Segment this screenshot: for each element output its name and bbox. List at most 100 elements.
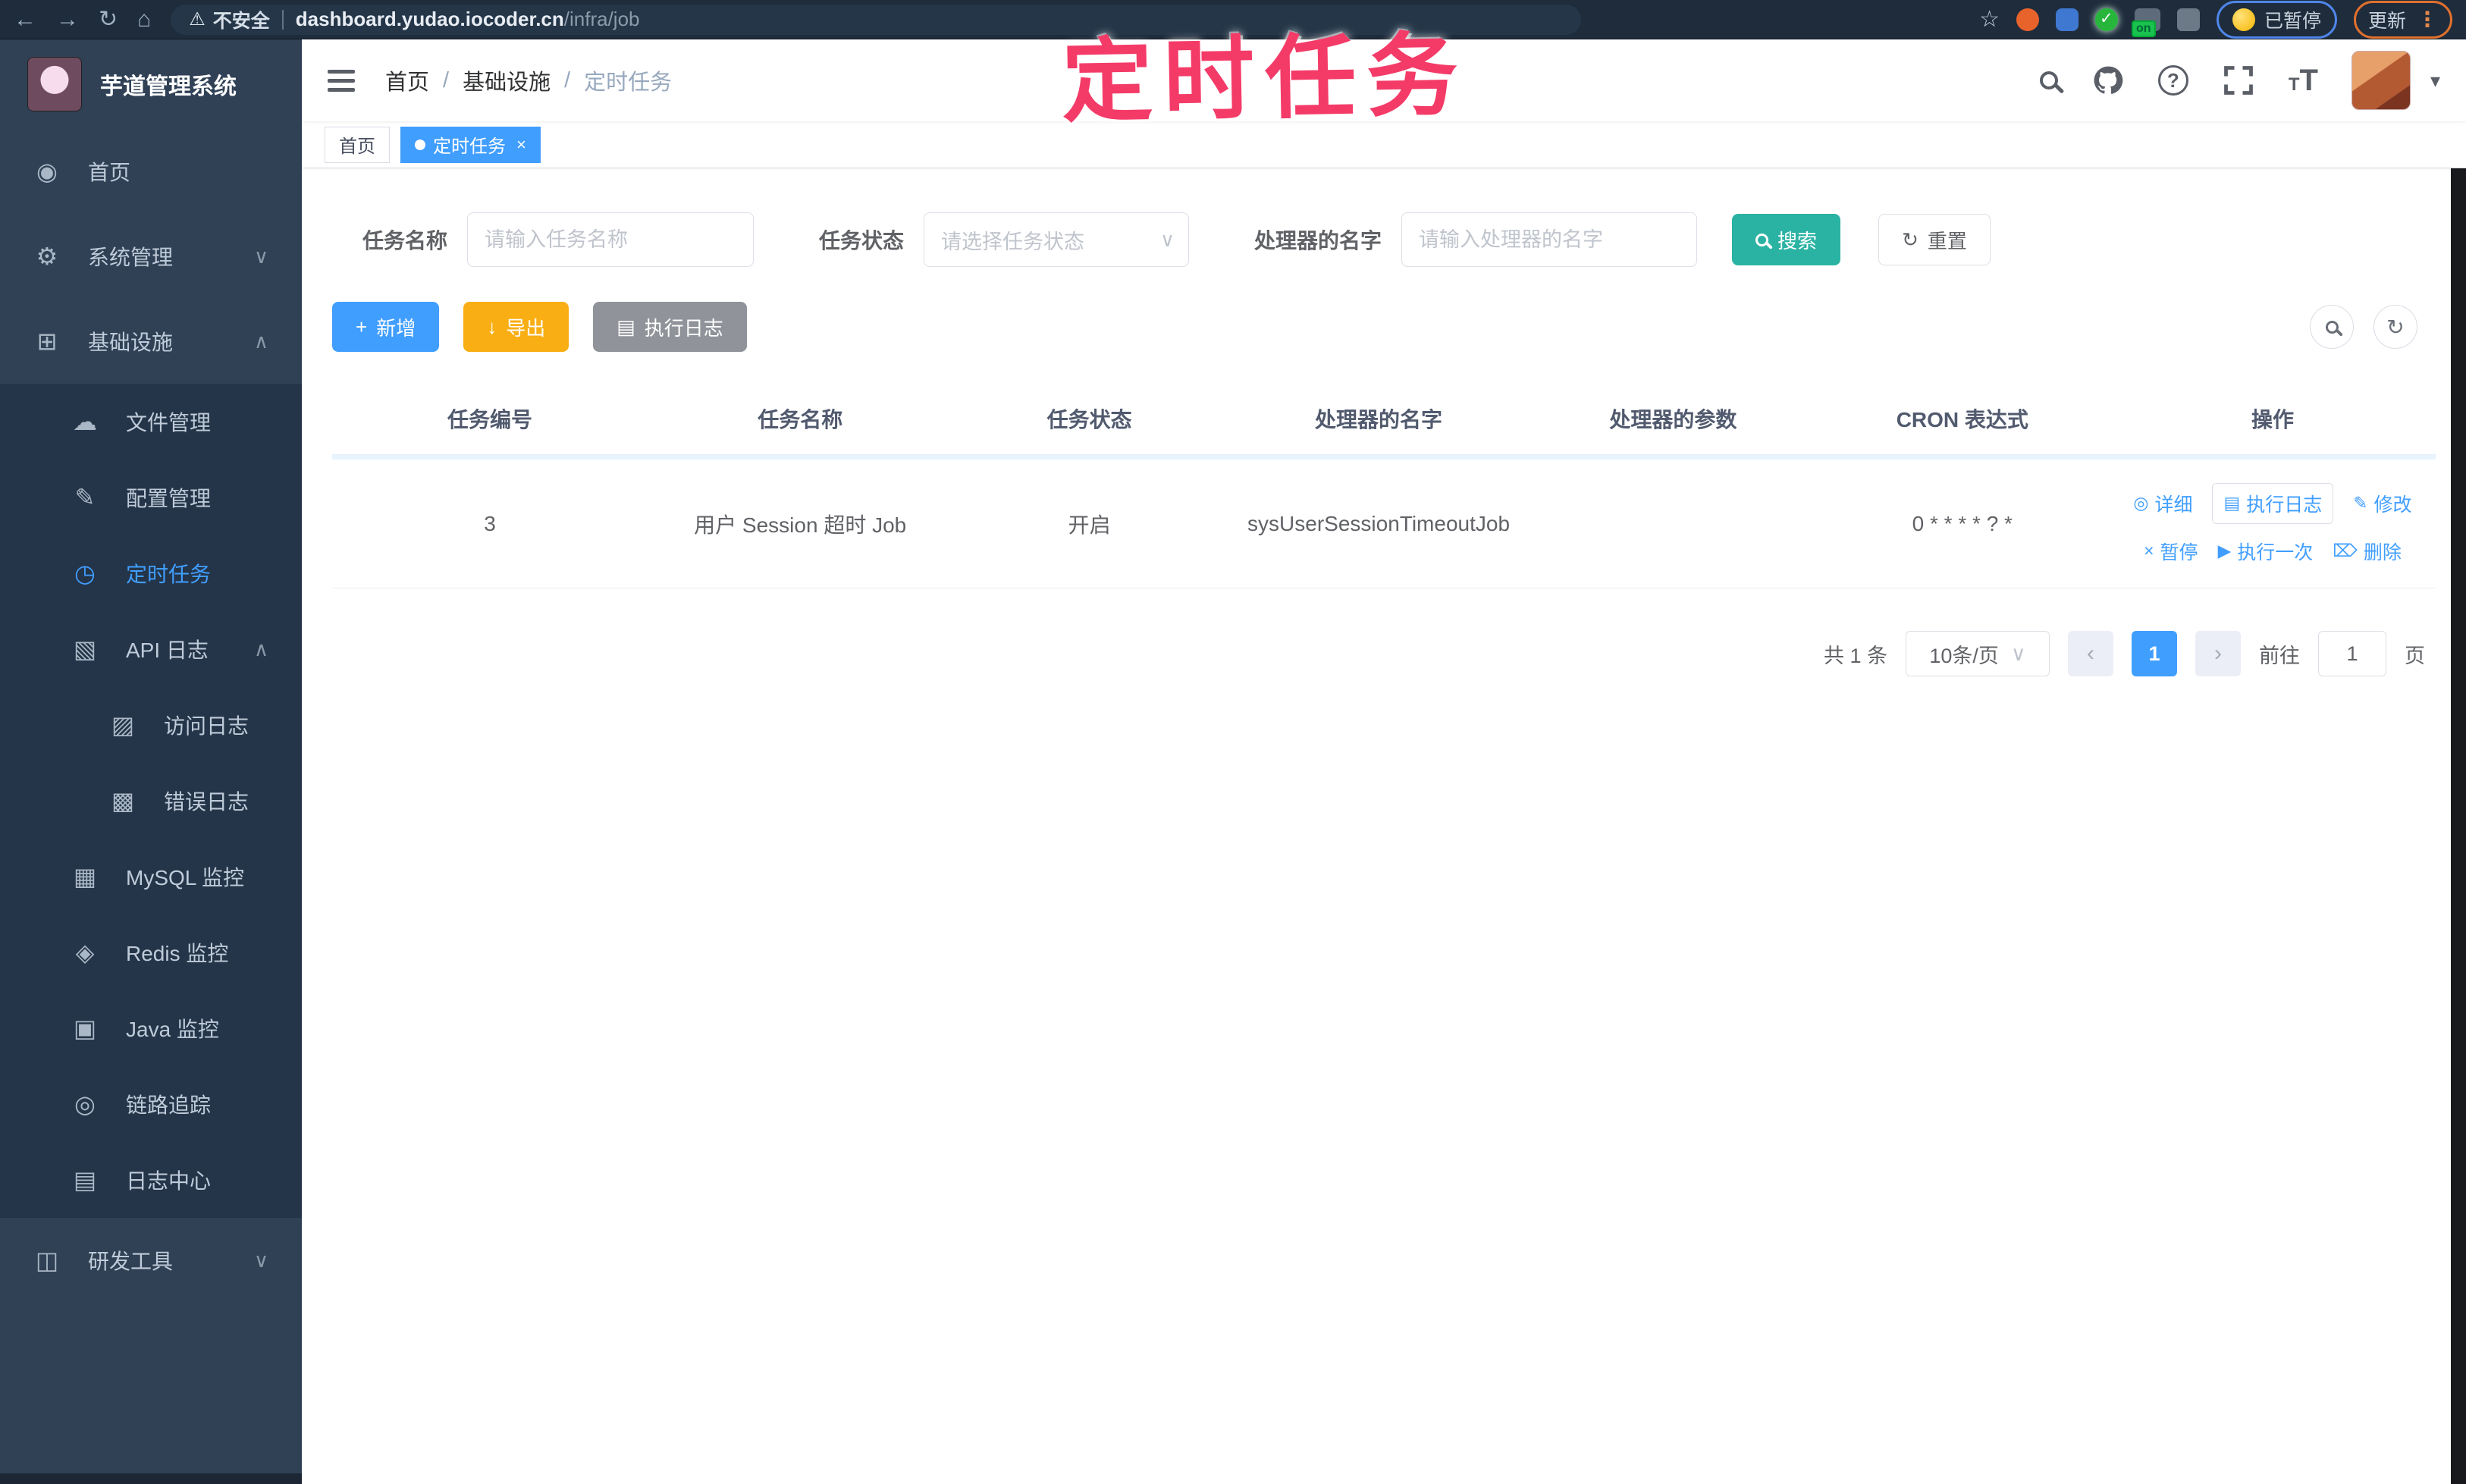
browser-menu-kebab-icon[interactable]: ⋮ xyxy=(2417,7,2438,32)
navbar-actions: ? TT ▾ xyxy=(2039,51,2440,110)
prev-page-button[interactable]: ‹ xyxy=(2068,631,2113,676)
pause-link[interactable]: × 暂停 xyxy=(2144,538,2198,565)
reset-button[interactable]: ↻ 重置 xyxy=(1878,214,1991,265)
detail-link[interactable]: ◎ 详细 xyxy=(2133,490,2192,517)
extension-icon[interactable] xyxy=(2055,8,2079,31)
cell-job-name: 用户 Session 超时 Job xyxy=(694,513,907,537)
job-name-input[interactable] xyxy=(467,212,755,267)
sidebar-item-label: MySQL 监控 xyxy=(126,866,245,889)
font-size-icon[interactable]: TT xyxy=(2289,65,2318,96)
job-log-link-label: 执行日志 xyxy=(2246,494,2323,516)
next-page-button[interactable]: › xyxy=(2195,631,2241,676)
delete-link-label: 删除 xyxy=(2363,541,2402,563)
export-button[interactable]: ↓ 导出 xyxy=(463,302,569,352)
url-text[interactable]: dashboard.yudao.iocoder.cn/infra/job xyxy=(296,8,640,31)
job-status-label: 任务状态 xyxy=(819,229,905,253)
edit-link[interactable]: ✎ 修改 xyxy=(2353,490,2411,517)
close-icon[interactable]: × xyxy=(516,135,526,155)
tag-home[interactable]: 首页 xyxy=(325,126,390,163)
search-icon xyxy=(1755,233,1769,246)
breadcrumb-home[interactable]: 首页 xyxy=(385,64,429,96)
column-header: 任务名称 xyxy=(758,407,843,431)
paused-extension-pill[interactable]: 已暂停 xyxy=(2216,0,2337,39)
sidebar-item-home[interactable]: ◉ 首页 xyxy=(0,129,302,214)
sidebar-item-java-monitor[interactable]: ▣ Java 监控 xyxy=(0,990,302,1066)
user-avatar[interactable] xyxy=(2351,51,2411,110)
handler-name-label: 处理器的名字 xyxy=(1254,229,1382,253)
table-toolbar: + 新增 ↓ 导出 ▤ 执行日志 ↻ xyxy=(332,302,2436,352)
column-header: 任务状态 xyxy=(1046,407,1132,431)
sidebar-item-api-log[interactable]: ▧ API 日志 ∧ xyxy=(0,611,302,687)
extension-icon[interactable] xyxy=(2016,8,2039,31)
page-size-select[interactable]: 10条/页 ∨ xyxy=(1906,631,2050,676)
browser-forward-icon[interactable]: → xyxy=(56,8,79,31)
column-header: 处理器的名字 xyxy=(1315,407,1443,431)
address-bar[interactable]: ⚠ 不安全 dashboard.yudao.iocoder.cn/infra/j… xyxy=(171,4,1582,35)
tag-scheduled-jobs[interactable]: 定时任务 × xyxy=(400,126,541,163)
browser-update-button[interactable]: 更新 ⋮ xyxy=(2353,0,2452,39)
app-logo-row[interactable]: 芋道管理系统 xyxy=(0,39,302,129)
table-row[interactable]: 3 用户 Session 超时 Job 开启 sysUserSessionTim… xyxy=(332,460,2436,588)
add-button[interactable]: + 新增 xyxy=(332,302,440,352)
sidebar-item-file-manage[interactable]: ☁ 文件管理 xyxy=(0,384,302,460)
sidebar-item-access-log[interactable]: ▨ 访问日志 xyxy=(0,687,302,763)
search-button[interactable]: 搜索 xyxy=(1732,214,1841,265)
github-icon[interactable] xyxy=(2091,64,2125,97)
bookmark-star-icon[interactable]: ☆ xyxy=(1979,6,2000,33)
sidebar-item-mysql-monitor[interactable]: ▦ MySQL 监控 xyxy=(0,839,302,915)
sidebar-item-config-manage[interactable]: ✎ 配置管理 xyxy=(0,460,302,535)
operations-line-2: × 暂停 ▶ 执行一次 ⌦ 删除 xyxy=(2144,538,2402,565)
sidebar-item-label: API 日志 xyxy=(126,638,209,662)
help-icon[interactable]: ? xyxy=(2157,65,2188,96)
goto-page-input[interactable] xyxy=(2318,631,2386,676)
handler-name-input[interactable] xyxy=(1401,212,1698,267)
select-placeholder: 请选择任务状态 xyxy=(941,230,1085,253)
breadcrumb-infra[interactable]: 基础设施 xyxy=(463,64,551,96)
extension-on-badge-icon[interactable]: on xyxy=(2131,8,2160,37)
delete-link[interactable]: ⌦ 删除 xyxy=(2333,538,2402,565)
sidebar-item-redis-monitor[interactable]: ◈ Redis 监控 xyxy=(0,915,302,990)
top-navbar: 首页 / 基础设施 / 定时任务 ? TT ▾ xyxy=(302,39,2466,121)
breadcrumb-current: 定时任务 xyxy=(584,71,673,95)
page-unit-label: 页 xyxy=(2405,644,2425,667)
security-chip[interactable]: ⚠ 不安全 xyxy=(189,6,270,33)
fullscreen-icon[interactable] xyxy=(2222,64,2255,97)
reset-button-label: 重置 xyxy=(1927,229,1967,253)
extensions-puzzle-icon[interactable] xyxy=(2176,8,2200,31)
table-tools: ↻ xyxy=(2310,305,2436,349)
run-once-link[interactable]: ▶ 执行一次 xyxy=(2218,538,2314,565)
sidebar-item-label: 错误日志 xyxy=(164,790,249,814)
browser-home-icon[interactable]: ⌂ xyxy=(137,8,151,31)
total-count: 共 1 条 xyxy=(1823,644,1887,667)
error-log-icon: ▩ xyxy=(111,787,135,814)
sidebar-item-log-center[interactable]: ▤ 日志中心 xyxy=(0,1142,302,1218)
browser-reload-icon[interactable]: ↻ xyxy=(99,8,118,31)
java-icon: ▣ xyxy=(73,1015,97,1042)
sidebar-item-dev-tools[interactable]: ◫ 研发工具 ∨ xyxy=(0,1218,302,1303)
hamburger-icon[interactable] xyxy=(328,69,355,92)
handler-text: sysUserSessionTimeoutJob xyxy=(1247,511,1511,535)
toggle-search-button[interactable] xyxy=(2310,305,2354,349)
play-icon: ▶ xyxy=(2217,541,2232,560)
search-icon[interactable] xyxy=(2039,71,2058,89)
current-page-button[interactable]: 1 xyxy=(2132,631,2177,676)
sidebar-item-error-log[interactable]: ▩ 错误日志 xyxy=(0,763,302,839)
sidebar-item-infra[interactable]: ⊞ 基础设施 ∧ xyxy=(0,299,302,384)
execution-log-button[interactable]: ▤ 执行日志 xyxy=(593,302,747,352)
cell-job-status: 开启 xyxy=(1068,513,1111,537)
sidebar-item-tracing[interactable]: ◎ 链路追踪 xyxy=(0,1066,302,1142)
avatar-caret-icon[interactable]: ▾ xyxy=(2430,69,2440,93)
extension-icon[interactable] xyxy=(2094,8,2118,31)
cell-cron: 0 * * * * ? * xyxy=(1912,511,2013,535)
refresh-button[interactable]: ↻ xyxy=(2373,305,2417,349)
sidebar-item-scheduled-jobs[interactable]: ◷ 定时任务 xyxy=(0,535,302,611)
browser-back-icon[interactable]: ← xyxy=(14,8,36,31)
page-scrollbar[interactable] xyxy=(2451,39,2466,1484)
sidebar-item-label: 系统管理 xyxy=(88,246,174,269)
job-log-link[interactable]: ▤ 执行日志 xyxy=(2212,482,2334,524)
column-header: 处理器的参数 xyxy=(1609,407,1737,431)
sidebar-bottom-edge xyxy=(0,1473,302,1484)
job-status-select[interactable]: 请选择任务状态 ∨ xyxy=(924,212,1190,267)
breadcrumb-separator: / xyxy=(443,67,450,93)
sidebar-item-system[interactable]: ⚙ 系统管理 ∨ xyxy=(0,214,302,299)
